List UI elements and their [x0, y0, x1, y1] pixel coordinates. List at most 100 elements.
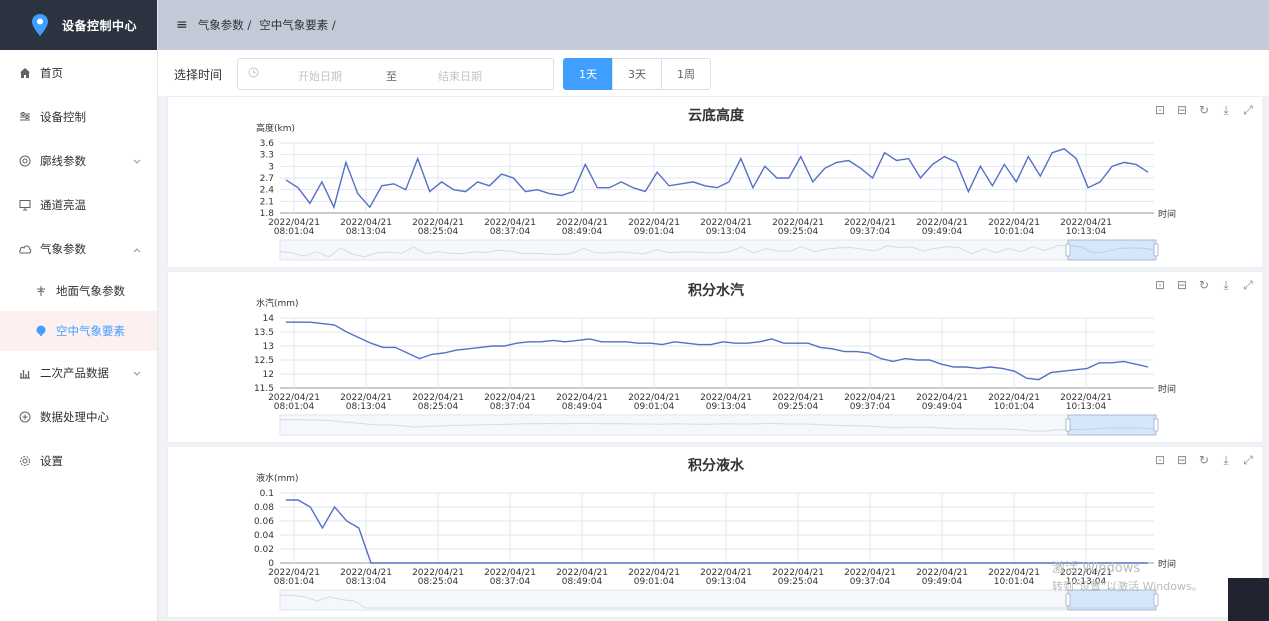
x-tick-label: 09:25:04: [778, 227, 819, 237]
app-title: 设备控制中心: [62, 18, 138, 33]
restore-icon[interactable]: ↻: [1196, 103, 1212, 118]
x-tick-label: 08:01:04: [274, 402, 315, 412]
chart-title: 云底高度: [688, 107, 745, 124]
y-tick-label: 0.06: [254, 517, 274, 527]
sidebar-item-label: 廓线参数: [40, 154, 86, 168]
sidebar-item-device-control[interactable]: 设备控制: [0, 95, 157, 139]
zoom-icon[interactable]: ⊡: [1152, 103, 1168, 118]
y-tick-label: 13.5: [254, 328, 274, 338]
sidebar-item-ground-weather[interactable]: 地面气象参数: [0, 271, 157, 311]
top-bar: ≡ 气象参数 / 空中气象要素 /: [158, 0, 1269, 50]
download-icon[interactable]: ⤓: [1218, 278, 1234, 293]
watermark-line: 激活 Windows: [1052, 561, 1141, 576]
date-range-picker[interactable]: 开始日期 至 结束日期: [237, 58, 554, 90]
sidebar-item-brightness-temp[interactable]: 通道亮温: [0, 183, 157, 227]
series-line: [286, 499, 1148, 564]
x-tick-label: 08:13:04: [346, 577, 387, 587]
zoom-reset-icon[interactable]: ⊟: [1174, 278, 1190, 293]
sidebar-item-settings[interactable]: 设置: [0, 439, 157, 483]
sidebar-item-label: 设备控制: [40, 110, 86, 124]
fullscreen-icon[interactable]: ⤢: [1240, 103, 1256, 118]
sidebar-item-weather-params[interactable]: 气象参数: [0, 227, 157, 271]
restore-icon[interactable]: ↻: [1196, 278, 1212, 293]
download-icon[interactable]: ⤓: [1218, 453, 1234, 468]
y-axis-label: 水汽(mm): [256, 297, 299, 309]
sidebar-item-secondary-products[interactable]: 二次产品数据: [0, 351, 157, 395]
weathervane-icon: [34, 284, 48, 298]
breadcrumb-item[interactable]: 空中气象要素 /: [259, 17, 336, 33]
zoom-reset-icon[interactable]: ⊟: [1174, 453, 1190, 468]
x-tick-label: 09:13:04: [706, 577, 747, 587]
sidebar-item-profile-params[interactable]: 廓线参数: [0, 139, 157, 183]
fullscreen-icon[interactable]: ⤢: [1240, 453, 1256, 468]
range-button-3d[interactable]: 3天: [612, 58, 662, 90]
datazoom-track: [279, 414, 1155, 436]
breadcrumb-item[interactable]: 气象参数 /: [198, 17, 252, 33]
x-axis-label: 时间: [1158, 208, 1176, 220]
x-tick-label: 10:01:04: [994, 227, 1035, 237]
zoom-icon[interactable]: ⊡: [1152, 278, 1168, 293]
y-tick-label: 0.04: [254, 531, 274, 541]
sidebar-item-label: 气象参数: [40, 242, 86, 256]
y-tick-label: 3.6: [260, 139, 275, 149]
range-button-1d[interactable]: 1天: [563, 58, 613, 90]
range-separator: 至: [386, 70, 397, 83]
x-tick-label: 09:01:04: [634, 227, 675, 237]
x-tick-label: 08:37:04: [490, 402, 531, 412]
sidebar-item-label: 通道亮温: [40, 198, 86, 212]
sidebar-item-label: 设置: [40, 454, 63, 468]
sidebar: 设备控制中心 首页 设备控制 廓线参数 通道亮温 气象参数 地面气象参数 空中气…: [0, 0, 158, 621]
monitor-icon: [18, 198, 32, 212]
balloon-icon: [34, 324, 48, 338]
x-tick-label: 08:13:04: [346, 402, 387, 412]
app-logo[interactable]: 设备控制中心: [0, 0, 157, 50]
cloud-base-chart: 云底高度高度(km)时间3.63.332.72.42.11.82022/04/2…: [256, 107, 1176, 261]
chart-toolbox: ⊡ ⊟ ↻ ⤓ ⤢: [1152, 453, 1256, 468]
menu-toggle-icon[interactable]: ≡: [176, 17, 188, 33]
x-tick-label: 10:01:04: [994, 402, 1035, 412]
y-tick-label: 2.1: [260, 197, 274, 207]
water-vapor-chart-panel: 积分水汽 水汽(mm) 时间 14 13.5 13 12.5 12 11.5 2022/04/21…: [167, 271, 1263, 443]
x-tick-label: 09:25:04: [778, 577, 819, 587]
datazoom-window: [1067, 239, 1157, 261]
database-icon: [18, 410, 32, 424]
datazoom-handle-right: [1153, 418, 1159, 432]
y-tick-label: 12: [263, 370, 274, 380]
x-tick-label: 09:37:04: [850, 402, 891, 412]
sidebar-item-upper-air[interactable]: 空中气象要素: [0, 311, 157, 351]
range-button-group: 1天 3天 1周: [563, 58, 711, 90]
x-tick-label: 09:13:04: [706, 227, 747, 237]
sidebar-item-home[interactable]: 首页: [0, 51, 157, 95]
y-tick-label: 2.4: [260, 186, 275, 196]
y-axis-label: 高度(km): [256, 122, 295, 134]
zoom-icon[interactable]: ⊡: [1152, 453, 1168, 468]
x-tick-label: 09:01:04: [634, 402, 675, 412]
x-tick-label: 08:01:04: [274, 227, 315, 237]
fullscreen-icon[interactable]: ⤢: [1240, 278, 1256, 293]
sliders-icon: [18, 110, 32, 124]
circle-icon: [18, 154, 32, 168]
y-tick-label: 2.7: [260, 174, 274, 184]
range-button-1w[interactable]: 1周: [661, 58, 711, 90]
y-tick-label: 3.3: [260, 151, 274, 161]
y-axis-label: 液水(mm): [256, 472, 299, 484]
start-date-input[interactable]: 开始日期: [298, 68, 342, 84]
zoom-reset-icon[interactable]: ⊟: [1174, 103, 1190, 118]
sidebar-item-label: 二次产品数据: [40, 366, 109, 380]
sidebar-item-data-center[interactable]: 数据处理中心: [0, 395, 157, 439]
chart-title: 积分水汽: [688, 282, 744, 299]
y-tick-label: 0.08: [254, 503, 274, 513]
taskbar-corner[interactable]: [1228, 578, 1269, 621]
sidebar-item-label: 地面气象参数: [56, 284, 125, 298]
x-tick-label: 09:49:04: [922, 402, 963, 412]
x-tick-label: 09:49:04: [922, 577, 963, 587]
x-tick-label: 08:13:04: [346, 227, 387, 237]
y-tick-label: 0.02: [254, 545, 274, 555]
download-icon[interactable]: ⤓: [1218, 103, 1234, 118]
home-icon: [18, 66, 32, 80]
restore-icon[interactable]: ↻: [1196, 453, 1212, 468]
series-line: [286, 321, 1149, 381]
location-pin-icon: [32, 14, 48, 36]
end-date-input[interactable]: 结束日期: [438, 68, 482, 84]
watermark-line: 转到"设置"以激活 Windows。: [1052, 580, 1203, 593]
